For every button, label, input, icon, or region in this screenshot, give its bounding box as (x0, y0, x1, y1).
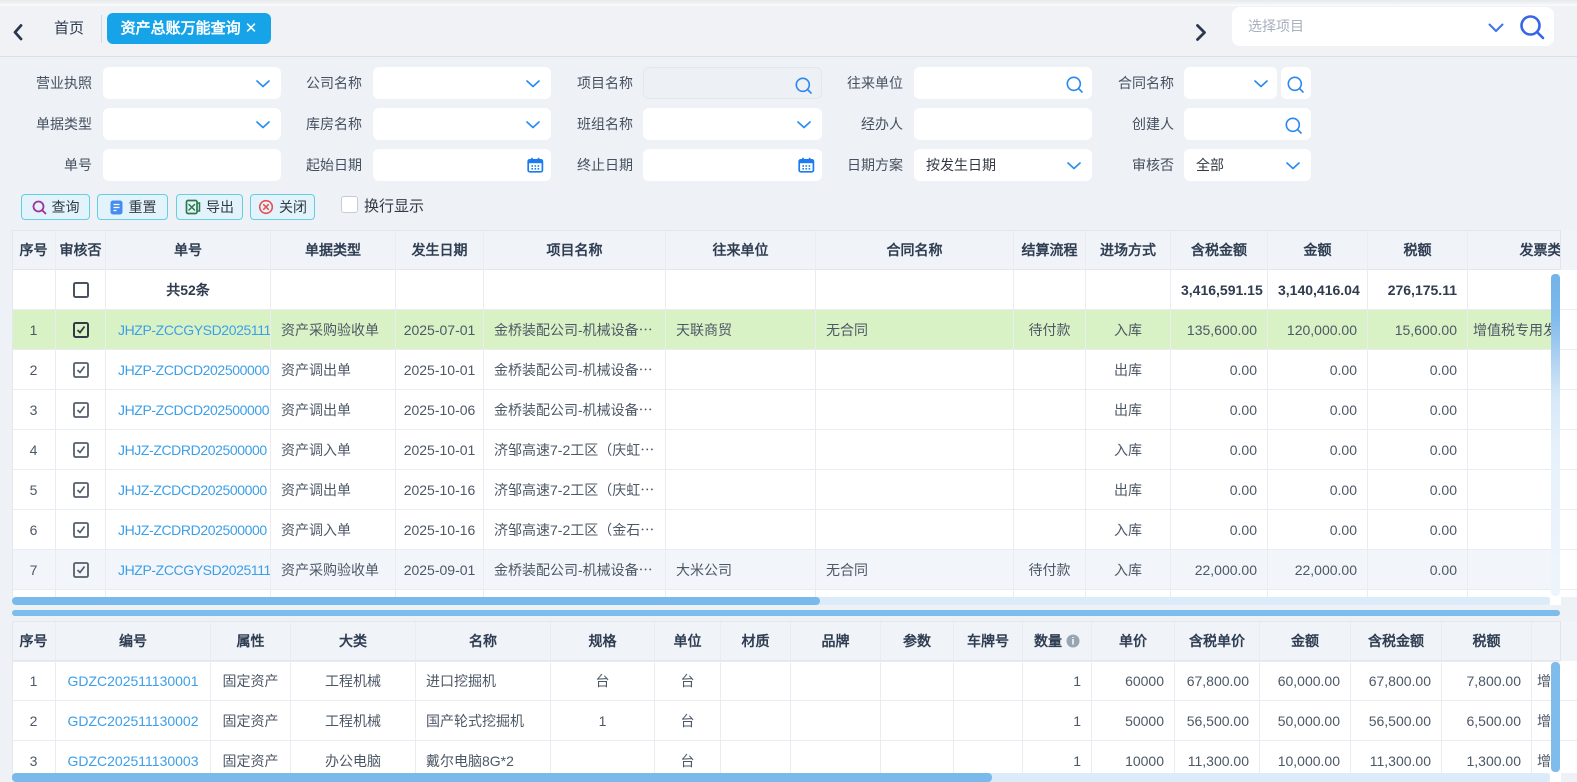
svg-text:i: i (1072, 636, 1075, 647)
